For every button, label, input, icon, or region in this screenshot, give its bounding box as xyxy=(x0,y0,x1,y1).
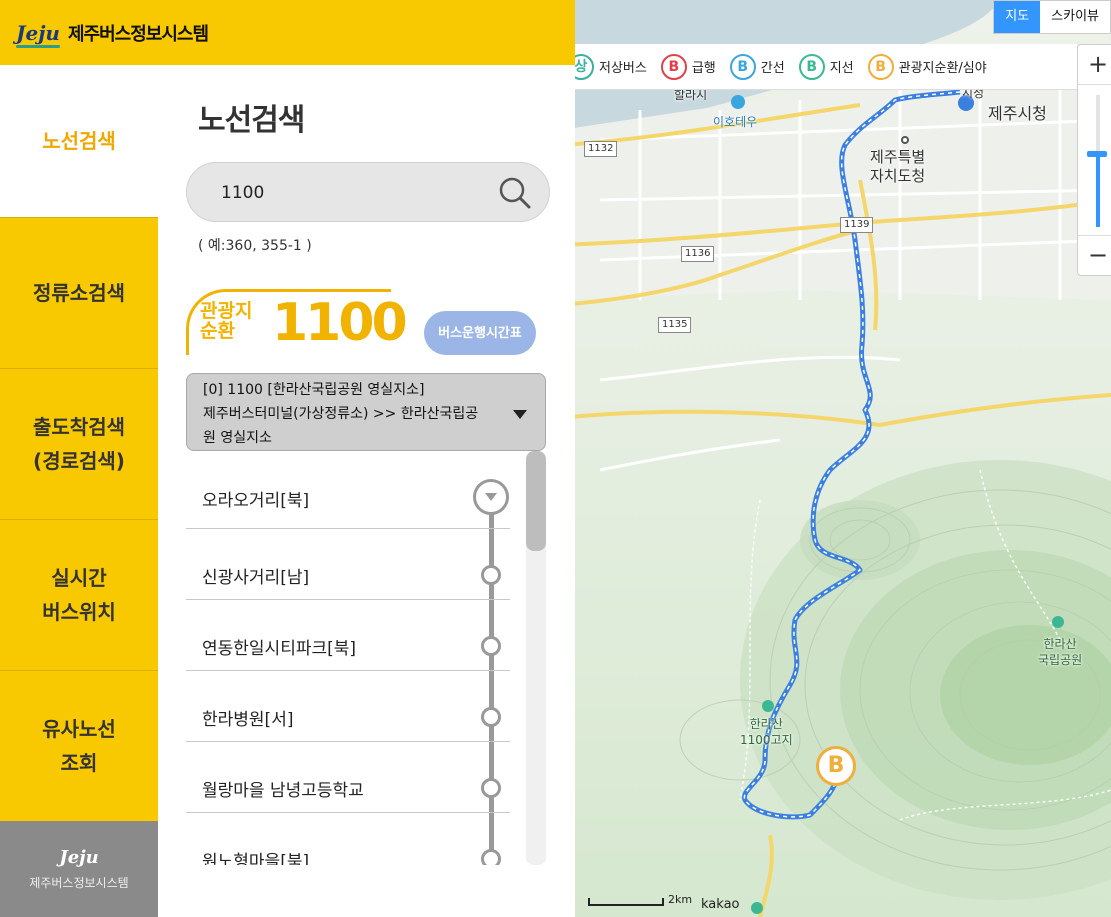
map-type-skyview-button[interactable]: 스카이뷰 xyxy=(1040,1,1110,33)
route-select-line-2: 제주버스터미널(가상정류소) >> 한라산국립공 xyxy=(203,406,479,422)
route-select-line-1: [0] 1100 [한라산국립공원 영실지소] xyxy=(203,382,425,398)
nav-label-realtime-bus: 실시간 버스위치 xyxy=(42,566,116,624)
map-scale: 2km xyxy=(588,893,692,906)
stop-list-item[interactable]: 월랑마을 남녕고등학교 xyxy=(186,742,510,813)
stop-list-item[interactable]: 신광사거리[남] xyxy=(186,529,510,600)
legend-label: 지선 xyxy=(829,61,854,76)
stop-name: 원노형마을[북] xyxy=(202,852,310,865)
route-search-input[interactable] xyxy=(221,179,471,207)
legend-item: B 간선 xyxy=(729,53,785,80)
stop-list-item[interactable]: 원노형마을[북] xyxy=(186,813,510,865)
bus-type-legend: 상 저상버스 B 급행 B 간선 B 지선 B 관광지순환/심야 xyxy=(560,44,1077,90)
legend-item: B 급행 xyxy=(660,53,716,80)
nav-item-route-search[interactable]: 노선검색 xyxy=(0,65,158,217)
bus-badge-icon: B xyxy=(867,53,894,80)
route-direction-select[interactable]: [0] 1100 [한라산국립공원 영실지소] 제주버스터미널(가상정류소) >… xyxy=(186,373,546,451)
zoom-control[interactable]: + − xyxy=(1077,44,1111,276)
legend-label: 급행 xyxy=(691,61,716,76)
stop-node-icon xyxy=(481,636,501,656)
nav-label-similar-route: 유사노선 조회 xyxy=(42,717,116,775)
bus-marker-label: B xyxy=(827,753,845,778)
zoom-slider-fill xyxy=(1096,154,1100,227)
zoom-in-button[interactable]: + xyxy=(1078,45,1111,85)
road-number-1132: 1132 xyxy=(584,141,618,157)
scrollbar-thumb[interactable] xyxy=(526,451,546,551)
nav-item-path-search[interactable]: 출도착검색 (경로검색) xyxy=(0,368,158,519)
stop-list-item[interactable]: 연동한일시티파크[북] xyxy=(186,600,510,671)
zoom-slider-track[interactable] xyxy=(1096,95,1100,227)
stop-list-item[interactable]: 오라오거리[북] xyxy=(186,451,510,529)
map-type-map-button[interactable]: 지도 xyxy=(994,1,1041,33)
nav-label-path-search: 출도착검색 (경로검색) xyxy=(33,415,125,473)
map-attribution: kakao xyxy=(701,897,740,912)
stop-name: 연동한일시티파크[북] xyxy=(202,639,357,659)
zoom-out-button[interactable]: − xyxy=(1078,235,1111,275)
stop-list-item[interactable]: 한라병원[서] xyxy=(186,671,510,742)
stop-list-scrollbar[interactable] xyxy=(526,451,546,865)
stop-name: 월랑마을 남녕고등학교 xyxy=(202,781,364,801)
chevron-down-icon[interactable] xyxy=(513,410,527,419)
bus-badge-icon: B xyxy=(729,53,756,80)
map-label-ihotaewoo: 이호테우 xyxy=(713,115,758,129)
stop-name: 오라오거리[북] xyxy=(202,491,310,511)
stop-name: 신광사거리[남] xyxy=(202,568,310,588)
search-example-hint: ( 예:360, 355-1 ) xyxy=(198,238,312,254)
road-number-1135: 1135 xyxy=(658,317,692,333)
stop-list[interactable]: 오라오거리[북] 신광사거리[남] 연동한일시티파크[북] 한라병원[서] 월랑마을 남… xyxy=(186,451,546,865)
legend-item: 상 저상버스 xyxy=(568,53,647,80)
stop-node-icon xyxy=(481,778,501,798)
bus-badge-icon: B xyxy=(798,53,825,80)
map-label-highland: 한라산 1100고지 xyxy=(740,717,793,747)
stop-name: 한라병원[서] xyxy=(202,710,294,730)
map-label-hallasan-park: 한라산 국립공원 xyxy=(1038,637,1083,667)
road-number-1136: 1136 xyxy=(681,246,715,262)
route-search-panel: 노선검색 ( 예:360, 355-1 ) 관광지 순환 1100 버스운행시간… xyxy=(158,65,575,917)
search-icon[interactable] xyxy=(497,175,533,211)
stop-node-icon xyxy=(481,707,501,727)
stop-expand-icon[interactable] xyxy=(473,479,509,515)
panel-title: 노선검색 xyxy=(198,103,305,138)
legend-label: 간선 xyxy=(760,61,785,76)
nav-item-similar-route[interactable]: 유사노선 조회 xyxy=(0,670,158,821)
scale-label: 2km xyxy=(668,893,693,906)
bus-timetable-button[interactable]: 버스운행시간표 xyxy=(424,311,536,355)
route-search-box[interactable] xyxy=(186,162,550,222)
legend-label: 관광지순환/심야 xyxy=(898,61,987,76)
route-number: 1100 xyxy=(272,293,408,353)
jeju-logo[interactable]: Jeju xyxy=(16,21,60,48)
nav-item-realtime-bus[interactable]: 실시간 버스위치 xyxy=(0,519,158,670)
stop-node-icon xyxy=(481,565,501,585)
legend-item: B 관광지순환/심야 xyxy=(867,53,987,80)
legend-item: B 지선 xyxy=(798,53,854,80)
bus-position-marker[interactable]: B xyxy=(816,746,856,786)
app-header: Jeju 제주버스정보시스템 xyxy=(0,0,575,65)
route-select-line-3: 원 영실지소 xyxy=(203,430,272,446)
route-badge: 관광지 순환 1100 xyxy=(186,289,408,355)
bus-badge-icon: B xyxy=(660,53,687,80)
left-navigation: 노선검색 정류소검색 출도착검색 (경로검색) 실시간 버스위치 유사노선 조회… xyxy=(0,0,158,917)
app-title: 제주버스정보시스템 xyxy=(67,23,209,45)
map-label-provincial-office: 제주특별 자치도청 xyxy=(870,148,926,185)
zoom-slider-handle[interactable] xyxy=(1087,151,1107,158)
legend-label: 저상버스 xyxy=(599,61,647,76)
road-number-1139: 1139 xyxy=(840,217,874,233)
footer-logo: Jeju xyxy=(59,847,99,868)
nav-item-stop-search[interactable]: 정류소검색 xyxy=(0,217,158,368)
route-type-label: 관광지 순환 xyxy=(200,300,253,342)
nav-label-stop-search: 정류소검색 xyxy=(33,281,125,305)
scale-bar xyxy=(588,898,664,906)
map-label-city-hall: 제주시청 xyxy=(988,104,1047,123)
map-type-toggle[interactable]: 지도 스카이뷰 xyxy=(993,0,1111,34)
nav-footer: Jeju 제주버스정보시스템 xyxy=(0,821,158,917)
nav-label-route-search: 노선검색 xyxy=(42,129,116,153)
footer-text: 제주버스정보시스템 xyxy=(29,876,129,890)
stop-node-icon xyxy=(481,849,501,865)
